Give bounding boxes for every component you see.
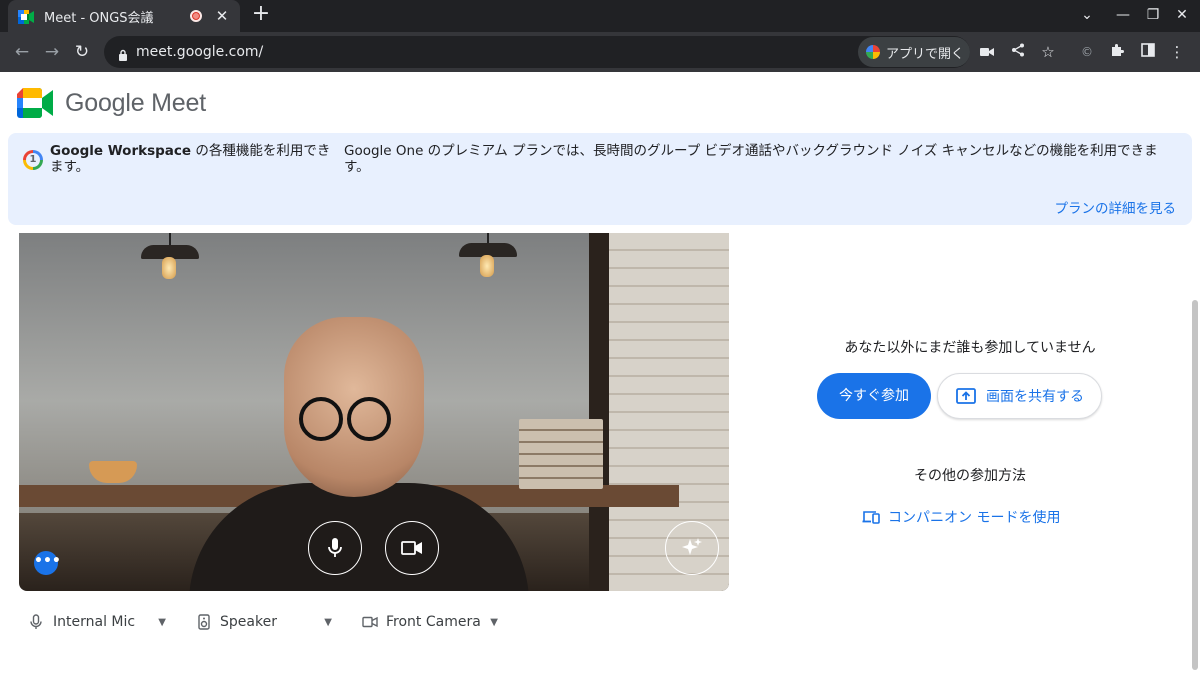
google-one-icon bbox=[23, 150, 43, 170]
lamp-bulb bbox=[480, 255, 494, 277]
bookmark-star-icon[interactable]: ☆ bbox=[1037, 41, 1059, 63]
more-options-button[interactable]: ••• bbox=[34, 551, 61, 575]
background-window-frame bbox=[589, 233, 609, 591]
extension-c-icon[interactable]: © bbox=[1076, 41, 1098, 63]
chevron-down-icon: ▼ bbox=[324, 616, 332, 628]
chevron-down-icon: ▼ bbox=[158, 616, 166, 628]
join-now-button[interactable]: 今すぐ参加 bbox=[817, 373, 931, 419]
lamp-cord bbox=[487, 233, 489, 243]
menu-kebab-icon[interactable]: ⋮ bbox=[1166, 41, 1188, 63]
browser-tabbar: Meet - ONGS会議 ✕ + ⌄ — ❐ ✕ bbox=[0, 0, 1200, 32]
workspace-promo-banner: Google Workspace の各種機能を利用できます。 Google On… bbox=[8, 133, 1192, 225]
tab-search-icon[interactable]: ⌄ bbox=[1076, 4, 1098, 26]
other-join-options-heading: その他の参加方法 bbox=[914, 468, 1026, 484]
browser-toolbar: ← → ↻ meet.google.com/ アプリで開く ☆ © ⋮ bbox=[0, 32, 1200, 72]
camera-in-use-icon[interactable] bbox=[976, 41, 998, 63]
open-in-app-button[interactable]: アプリで開く bbox=[858, 37, 970, 67]
forward-icon[interactable]: → bbox=[40, 40, 64, 64]
microphone-icon bbox=[328, 538, 342, 557]
lamp-cord bbox=[169, 233, 171, 245]
address-bar[interactable]: meet.google.com/ アプリで開く bbox=[104, 36, 970, 68]
browser-tab[interactable]: Meet - ONGS会議 ✕ bbox=[8, 0, 240, 32]
background-books bbox=[519, 419, 603, 489]
open-in-app-label: アプリで開く bbox=[886, 46, 965, 62]
more-horiz-icon: ••• bbox=[34, 553, 61, 569]
visual-effects-button[interactable] bbox=[665, 521, 719, 575]
lock-icon bbox=[118, 46, 128, 65]
microphone-selected: Internal Mic bbox=[53, 614, 136, 630]
speaker-icon bbox=[198, 614, 210, 630]
back-icon[interactable]: ← bbox=[10, 40, 34, 64]
present-screen-label: 画面を共有する bbox=[986, 389, 1084, 405]
videocam-icon bbox=[401, 541, 422, 555]
minimize-icon[interactable]: — bbox=[1112, 4, 1134, 26]
reload-icon[interactable]: ↻ bbox=[70, 40, 94, 64]
google-meet-logo[interactable]: Google Meet bbox=[17, 88, 206, 118]
page-scrollbar[interactable] bbox=[1192, 300, 1198, 670]
chevron-down-icon: ▼ bbox=[490, 616, 498, 628]
brand-name: Google Meet bbox=[65, 88, 206, 117]
microphone-icon bbox=[30, 614, 42, 629]
camera-selector[interactable]: Front Camera ▼ bbox=[362, 610, 498, 634]
videocam-outline-icon bbox=[362, 616, 378, 628]
url-text: meet.google.com/ bbox=[136, 44, 264, 60]
share-icon[interactable] bbox=[1007, 41, 1029, 63]
banner-google-one-text: Google One のプレミアム プランでは、長時間のグループ ビデオ通話やバ… bbox=[344, 143, 1158, 175]
sparkle-effects-icon bbox=[682, 538, 702, 555]
close-window-icon[interactable]: ✕ bbox=[1171, 4, 1193, 26]
recording-indicator-icon bbox=[190, 10, 202, 22]
no-participants-text: あなた以外にまだ誰も参加していません bbox=[844, 340, 1096, 356]
camera-toggle-button[interactable] bbox=[385, 521, 439, 575]
companion-mode-link[interactable]: コンパニオン モードを使用 bbox=[862, 507, 1060, 527]
chrome-app-icon bbox=[866, 45, 880, 59]
present-to-all-icon bbox=[956, 388, 976, 404]
lamp-bulb bbox=[162, 257, 176, 279]
new-tab-button[interactable]: + bbox=[250, 3, 272, 26]
tab-close-icon[interactable]: ✕ bbox=[214, 7, 230, 25]
plan-details-link[interactable]: プランの詳細を見る bbox=[1055, 197, 1177, 217]
speaker-selector[interactable]: Speaker ▼ bbox=[198, 610, 332, 634]
glasses-right-lens bbox=[347, 397, 391, 441]
speaker-selected: Speaker bbox=[220, 614, 277, 630]
microphone-selector[interactable]: Internal Mic ▼ bbox=[30, 610, 166, 634]
meet-logo-icon bbox=[17, 88, 53, 118]
side-panel-icon[interactable] bbox=[1137, 41, 1159, 63]
banner-workspace-bold: Google Workspace bbox=[50, 143, 192, 159]
camera-selected: Front Camera bbox=[386, 614, 481, 630]
companion-mode-label: コンパニオン モードを使用 bbox=[888, 510, 1061, 526]
meet-favicon-icon bbox=[18, 9, 34, 24]
banner-workspace-text: Google Workspace の各種機能を利用できます。 bbox=[50, 143, 335, 175]
extensions-puzzle-icon[interactable] bbox=[1106, 41, 1128, 63]
self-video-preview bbox=[19, 233, 729, 591]
tab-title: Meet - ONGS会議 bbox=[44, 10, 154, 26]
restore-icon[interactable]: ❐ bbox=[1142, 4, 1164, 26]
devices-icon bbox=[862, 511, 880, 524]
glasses-left-lens bbox=[299, 397, 343, 441]
microphone-toggle-button[interactable] bbox=[308, 521, 362, 575]
present-screen-button[interactable]: 画面を共有する bbox=[937, 373, 1102, 419]
